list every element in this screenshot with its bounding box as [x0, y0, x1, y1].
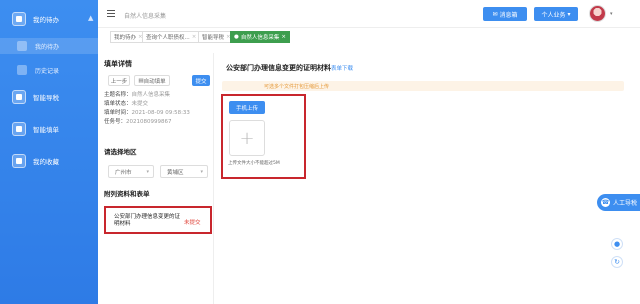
panel-title: 填单详情: [104, 60, 132, 68]
materials-title: 附列资料和表单: [104, 190, 150, 198]
top-bar: 自然人信息采集 ✉ 消息箱 个人业务 ▾ ▾: [98, 0, 640, 28]
material-item[interactable]: 公安部门办理信息变更的证明材料 未提交: [104, 206, 212, 234]
chevron-down-icon: ▾: [146, 169, 149, 175]
sidebar-subitem-history[interactable]: 历史记录: [0, 62, 98, 78]
personal-business-button[interactable]: 个人业务 ▾: [534, 7, 578, 21]
manual-assist-button[interactable]: ☎ 人工导税: [597, 194, 640, 211]
sidebar-item-form-fill[interactable]: 智能填单: [0, 120, 98, 138]
info-status: 填单状态：未提交: [104, 99, 148, 107]
form-download-link[interactable]: 表单下载: [331, 64, 353, 72]
chevron-down-icon: ▾: [200, 169, 203, 175]
dot-icon: ●: [234, 34, 239, 40]
todo-sub-icon: [17, 41, 27, 51]
upload-area: 手机上传 + 上传文件大小不能超过5M: [221, 94, 306, 179]
info-task-no: 任务号：2021080999867: [104, 117, 172, 125]
history-icon: [17, 65, 27, 75]
tab-bar: 我的待办 × 查询个人职债权... × 智能导税 × ● 自然人信息采集 ×: [98, 31, 640, 45]
upload-hint: 上传文件大小不能超过5M: [228, 161, 280, 166]
breadcrumb: 自然人信息采集: [124, 13, 167, 20]
region-title: 请选择地区: [104, 148, 137, 156]
tab-label: 智能导税: [202, 35, 225, 41]
info-value: 2021-08-09 09:58:33: [131, 110, 190, 116]
refresh-icon[interactable]: ↻: [611, 256, 623, 268]
manual-assist-label: 人工导税: [613, 200, 638, 207]
tab-label: 查询个人职债权...: [146, 35, 190, 41]
tax-guide-icon: [12, 90, 26, 104]
auto-fill-button[interactable]: ▤ 自动填单: [134, 75, 170, 86]
sidebar-item-label: 历史记录: [35, 67, 60, 75]
sidebar-item-label: 我的待办: [35, 43, 60, 51]
info-value: 未提交: [131, 101, 149, 107]
tab-query[interactable]: 查询个人职债权... ×: [142, 31, 201, 43]
city-select[interactable]: 广州市 ▾: [108, 165, 154, 178]
info-key: 填单时间：: [104, 110, 132, 116]
info-subject: 主题名称：自然人信息采集: [104, 90, 170, 98]
prev-step-button[interactable]: 上一步: [108, 75, 130, 86]
message-box-label: 消息箱: [499, 11, 518, 19]
add-file-button[interactable]: +: [229, 120, 265, 156]
plus-icon: +: [239, 127, 255, 149]
info-value: 自然人信息采集: [131, 92, 171, 98]
form-fill-icon: [12, 122, 26, 136]
main-title: 公安部门办理信息变更的证明材料: [226, 64, 331, 72]
sidebar-item-label: 智能填单: [33, 126, 59, 134]
sidebar-item-todo[interactable]: 我的待办: [0, 10, 98, 28]
avatar[interactable]: [589, 5, 606, 22]
material-name: 公安部门办理信息变更的证明材料: [114, 214, 181, 227]
sidebar-item-label: 我的待办: [33, 16, 59, 24]
district-value: 黄埔区: [167, 169, 184, 176]
sidebar-item-favorite[interactable]: 我的收藏: [0, 152, 98, 170]
info-value: 2021080999867: [126, 119, 172, 125]
material-status: 未提交: [184, 220, 201, 226]
user-icon[interactable]: ●: [611, 238, 623, 250]
mobile-upload-button[interactable]: 手机上传: [229, 101, 265, 114]
sidebar-item-label: 我的收藏: [33, 158, 59, 166]
notice-text: 可选多个文件打包压缩后上传: [264, 84, 330, 90]
headset-icon: ☎: [601, 198, 610, 207]
city-value: 广州市: [115, 169, 132, 176]
close-icon[interactable]: ×: [281, 34, 286, 40]
notice-bar: 可选多个文件打包压缩后上传: [222, 81, 624, 91]
tab-info-collect[interactable]: ● 自然人信息采集 ×: [230, 31, 290, 43]
info-key: 主题名称：: [104, 92, 132, 98]
favorite-icon: [12, 154, 26, 168]
tab-label: 我的待办: [114, 35, 137, 41]
sidebar-subitem-todo[interactable]: 我的待办: [0, 38, 98, 54]
menu-icon[interactable]: [107, 10, 115, 17]
district-select[interactable]: 黄埔区 ▾: [160, 165, 208, 178]
tab-label: 自然人信息采集: [240, 35, 280, 41]
todo-icon: [12, 12, 26, 26]
sidebar-item-tax-guide[interactable]: 智能导税: [0, 88, 98, 106]
sidebar-item-label: 智能导税: [33, 94, 59, 102]
message-box-button[interactable]: ✉ 消息箱: [483, 7, 527, 21]
mail-icon: ✉: [492, 10, 498, 18]
close-icon[interactable]: ×: [192, 34, 197, 40]
avatar-caret-icon[interactable]: ▾: [610, 11, 613, 17]
chevron-down-icon: ▾: [567, 10, 571, 18]
auto-fill-label: 自动填单: [143, 78, 166, 85]
info-time: 填单时间：2021-08-09 09:58:33: [104, 108, 190, 116]
form-detail-panel: 填单详情 上一步 ▤ 自动填单 提交 主题名称：自然人信息采集 填单状态：未提交…: [104, 53, 214, 304]
submit-button[interactable]: 提交: [192, 75, 210, 86]
info-key: 填单状态：: [104, 101, 132, 107]
personal-business-label: 个人业务: [541, 11, 566, 19]
info-key: 任务号：: [104, 119, 127, 125]
sidebar: ▲ 我的待办 我的待办 历史记录 智能导税 智能填单 我的收藏: [0, 0, 98, 304]
